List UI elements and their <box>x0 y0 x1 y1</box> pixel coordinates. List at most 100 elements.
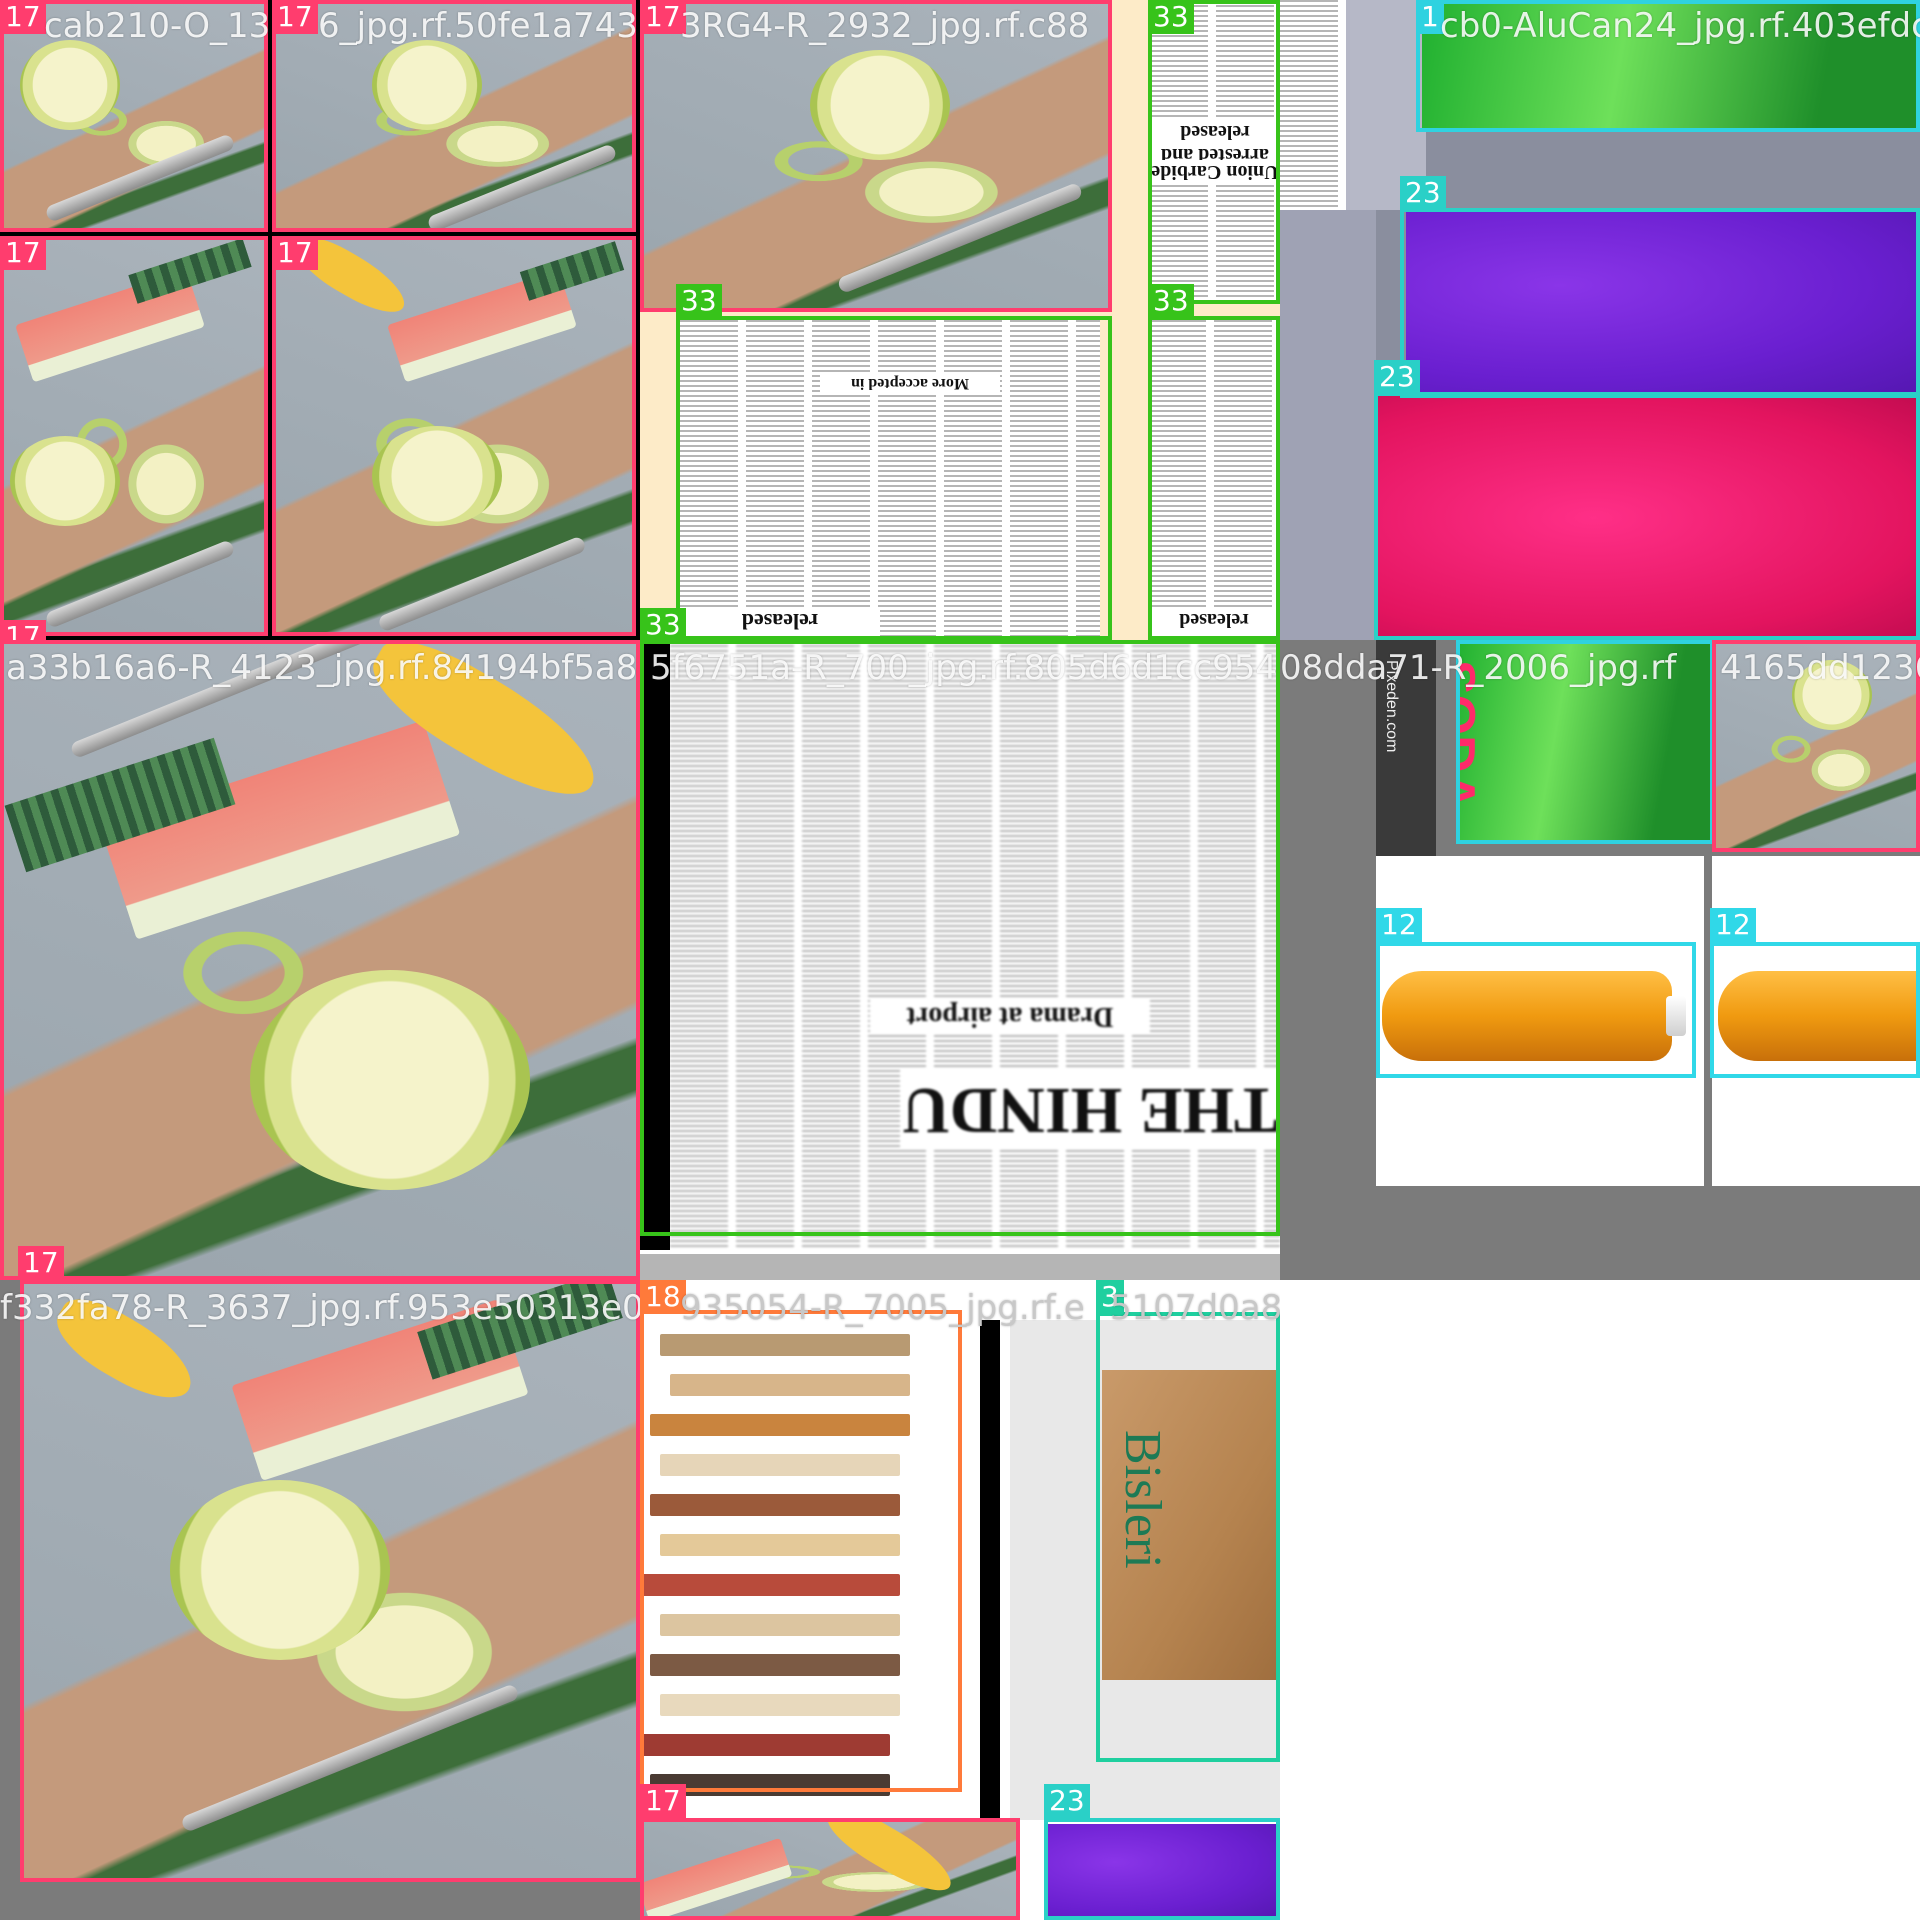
class-tag: 17 <box>0 236 46 270</box>
book <box>660 1334 910 1356</box>
image-filename: 3RG4-R_2932_jpg.rf.c88 <box>680 6 1090 46</box>
apple-slice <box>372 426 502 526</box>
kitchen-photo <box>640 1820 1020 1920</box>
class-tag: 17 <box>272 0 318 34</box>
image-filename: a33b16a6-R_4123_jpg.rf.84194bf5a8 <box>6 648 638 688</box>
class-tag: 12 <box>1710 908 1756 942</box>
image-filename: 5f6751a-R_700_jpg.rf.805d6d1cc954 <box>650 648 1278 688</box>
book <box>660 1534 900 1556</box>
book <box>660 1694 900 1716</box>
class-tag: 33 <box>676 284 722 318</box>
newspaper-headline: Union Carbide <box>1150 160 1280 183</box>
book <box>650 1774 890 1796</box>
book <box>670 1374 910 1396</box>
knife <box>44 539 236 629</box>
apple-slice <box>20 40 120 130</box>
newspaper-headline: arrested and released <box>680 608 880 640</box>
letterbox <box>640 640 670 1250</box>
image-filename: 4165dd1236 <box>1720 648 1920 688</box>
knife <box>426 143 618 232</box>
carton-box: Bisleri <box>1102 1370 1280 1680</box>
mosaic-tile-kitchen-bottom: 17 f332fa78-R_3637_jpg.rf.953e50313e0 <box>0 1280 640 1920</box>
grey-background <box>1280 210 1376 640</box>
mosaic-tile-newspaper-large: THE HINDU Drama at airport 5f6751a-R_700… <box>640 640 1280 1280</box>
carton-background: Bisleri <box>1010 1320 1280 1820</box>
newspaper-headline: arrested and released <box>1148 608 1280 640</box>
image-filename: 935054-R_7005_jpg.rf.e <box>680 1288 1085 1328</box>
class-tag: 33 <box>1148 284 1194 318</box>
bottle-cap <box>1666 996 1686 1036</box>
knife <box>377 535 587 633</box>
mosaic-tile-books-carton: Bisleri 18 3 17 23 935054-R_7005_jpg.rf.… <box>640 1280 1280 1920</box>
book <box>650 1414 910 1436</box>
class-tag: 33 <box>1148 0 1194 34</box>
newspaper-headline: More accepted in <box>820 374 1000 392</box>
newspaper-photo: THE HINDU Drama at airport <box>670 640 1280 1250</box>
newspaper-photo <box>1280 0 1346 210</box>
mosaic-tile-kitchen-large: 17 a33b16a6-R_4123_jpg.rf.84194bf5a8 <box>0 640 640 1280</box>
bottle <box>1718 971 1920 1061</box>
mosaic-tile-empty <box>1280 1280 1920 1920</box>
watermelon-slice <box>640 1837 793 1920</box>
letterbox <box>980 1320 1000 1820</box>
apple-slice <box>250 970 530 1190</box>
purple-bag-photo <box>1044 1824 1280 1920</box>
purple-bag-photo <box>1406 212 1920 396</box>
banana-peel <box>819 1820 961 1903</box>
knife <box>180 1683 520 1833</box>
mosaic-tile-soda-bottles: Pixeden.com SODA 1 17 12 12 08dda71-R_20… <box>1280 640 1920 1280</box>
class-tag: 1 <box>1456 640 1484 644</box>
kitchen-photo <box>272 236 636 636</box>
class-tag: 17 <box>0 0 46 34</box>
book-stack-photo <box>640 1314 960 1814</box>
apple-slice <box>810 50 950 160</box>
class-tag: 17 <box>640 0 686 34</box>
class-tag: 12 <box>1376 908 1422 942</box>
newspaper-photo: arrested and released Union Carbide <box>1150 0 1280 300</box>
watermelon-rind <box>519 241 625 301</box>
kitchen-photo <box>640 0 1110 310</box>
knife <box>44 133 236 223</box>
book <box>640 1574 900 1596</box>
newspaper-photo: More accepted in arrested and released <box>680 318 1100 640</box>
class-tag: 33 <box>640 608 686 640</box>
kitchen-photo <box>0 236 268 636</box>
newspaper-masthead: THE HINDU <box>900 1070 1280 1150</box>
apple-slice <box>170 1480 390 1660</box>
newspaper-headline: Drama at airport <box>870 1000 1150 1032</box>
class-tag: 23 <box>1044 1784 1090 1818</box>
book <box>660 1614 900 1636</box>
class-tag: 18 <box>640 1280 686 1314</box>
class-tag: 23 <box>1400 176 1446 210</box>
book <box>650 1494 900 1516</box>
pad <box>640 1254 1280 1280</box>
newspaper-photo: arrested and released <box>1148 318 1280 640</box>
mosaic-tile-kitchen-news: arrested and released Union Carbide More… <box>640 0 1280 640</box>
class-tag: 17 <box>18 1246 64 1280</box>
image-filename: f332fa78-R_3637_jpg.rf.953e50313e0 <box>0 1288 640 1328</box>
white-background <box>1712 856 1920 1186</box>
apple-slice <box>372 40 482 130</box>
image-filename: cab210-O_13 <box>44 6 271 46</box>
apple-slice <box>10 436 120 526</box>
image-filename: 08dda71-R_2006_jpg.rf <box>1280 648 1677 688</box>
white-background <box>1376 856 1704 1186</box>
kitchen-photo <box>20 1280 640 1880</box>
carton-brand: Bisleri <box>1114 1430 1171 1569</box>
knife <box>836 181 1084 295</box>
mosaic-tile-can-bags: 1 23 23 cb0-AluCan24_jpg.rf.403efdc78 <box>1280 0 1920 640</box>
class-tag: 17 <box>640 1784 686 1818</box>
class-tag: 17 <box>0 620 46 640</box>
class-tag: 23 <box>1374 360 1420 394</box>
book <box>650 1654 900 1676</box>
book <box>640 1734 890 1756</box>
mosaic-tile-kitchen-quad: 17 17 17 17 17 cab210-O_13 6_jpg.rf.50fe… <box>0 0 640 640</box>
image-filename: 5107d0a8bcf31057 <box>1110 1288 1280 1328</box>
bottle <box>1382 971 1672 1061</box>
book <box>660 1454 900 1476</box>
class-tag: 17 <box>1712 640 1758 644</box>
image-filename: 6_jpg.rf.50fe1a743 <box>318 6 638 46</box>
class-tag: 17 <box>272 236 318 270</box>
image-filename: cb0-AluCan24_jpg.rf.403efdc78 <box>1440 6 1920 46</box>
pink-bag-photo <box>1376 396 1920 640</box>
